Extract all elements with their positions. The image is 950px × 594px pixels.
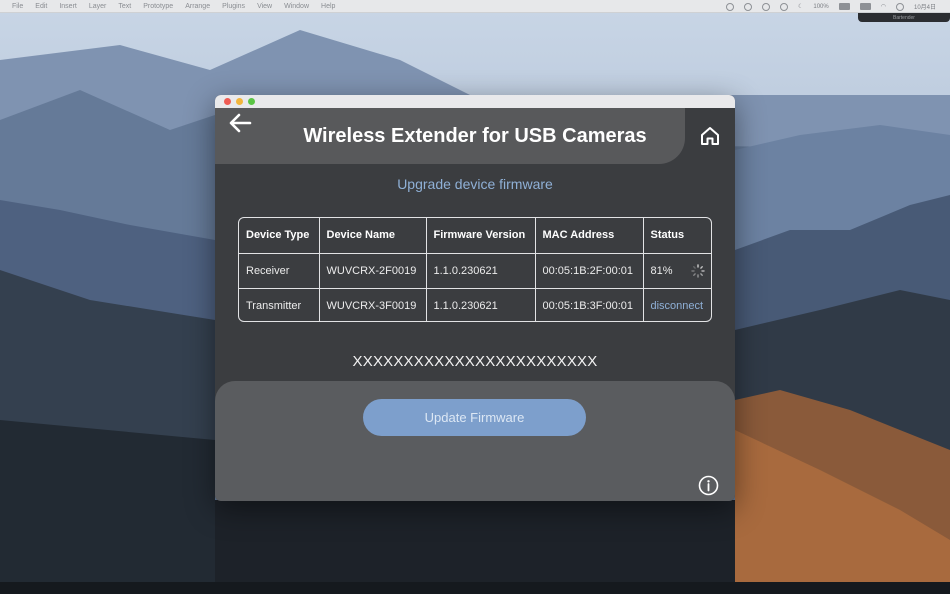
cell-status: disconnect xyxy=(643,288,711,321)
cell-mac: 00:05:1B:3F:00:01 xyxy=(535,288,644,321)
cell-device-name: WUVCRX-2F0019 xyxy=(319,253,427,289)
back-button[interactable] xyxy=(228,112,252,134)
cell-device-name: WUVCRX-3F0019 xyxy=(319,288,427,321)
home-icon xyxy=(701,127,719,145)
menu-arrange[interactable]: Arrange xyxy=(185,3,210,10)
status-icon-1[interactable] xyxy=(725,2,734,11)
menu-plugins[interactable]: Plugins xyxy=(222,3,245,10)
header-mac-address: MAC Address xyxy=(535,218,644,254)
system-menubar: File Edit Insert Layer Text Prototype Ar… xyxy=(0,0,950,13)
menu-prototype[interactable]: Prototype xyxy=(143,3,173,10)
header-firmware-version: Firmware Version xyxy=(426,218,536,254)
table-row: Receiver WUVCRX-2F0019 1.1.0.230621 00:0… xyxy=(239,253,711,289)
bartender-label: Bartender xyxy=(893,14,915,21)
table-header-row: Device Type Device Name Firmware Version… xyxy=(239,218,711,254)
bartender-popup: Bartender xyxy=(858,13,950,22)
cell-status: 81% xyxy=(643,253,711,289)
minimize-window-button[interactable] xyxy=(236,98,243,105)
zoom-window-button[interactable] xyxy=(248,98,255,105)
menu-layer[interactable]: Layer xyxy=(89,3,107,10)
disconnect-link[interactable]: disconnect xyxy=(651,300,704,312)
menu-help[interactable]: Help xyxy=(321,3,335,10)
cell-device-type: Receiver xyxy=(239,253,320,289)
cell-device-type: Transmitter xyxy=(239,288,320,321)
cell-mac: 00:05:1B:2F:00:01 xyxy=(535,253,644,289)
menubar-clock[interactable]: 10月4日 xyxy=(914,2,936,11)
menu-window[interactable]: Window xyxy=(284,3,309,10)
close-window-button[interactable] xyxy=(224,98,231,105)
device-id-placeholder: XXXXXXXXXXXXXXXXXXXXXXXX xyxy=(352,353,598,370)
input-source-icon[interactable] xyxy=(859,3,871,10)
arrow-left-icon xyxy=(229,113,252,133)
status-icon-4[interactable] xyxy=(779,2,788,11)
info-button[interactable] xyxy=(698,475,719,496)
spinner-icon xyxy=(691,263,705,278)
update-firmware-button[interactable]: Update Firmware xyxy=(363,399,586,436)
moon-icon[interactable]: ☾ xyxy=(798,3,803,10)
menu-view[interactable]: View xyxy=(257,3,272,10)
control-center-icon[interactable] xyxy=(895,2,904,11)
header-device-type: Device Type xyxy=(239,218,320,254)
app-title: Wireless Extender for USB Cameras xyxy=(303,125,647,147)
battery-percent: 100% xyxy=(813,3,829,10)
home-button[interactable] xyxy=(699,125,721,147)
action-footer: Update Firmware xyxy=(215,381,735,501)
info-icon xyxy=(698,475,719,496)
header-status: Status xyxy=(643,218,711,254)
status-icon-2[interactable] xyxy=(743,2,752,11)
header-device-name: Device Name xyxy=(319,218,427,254)
status-icon-3[interactable] xyxy=(761,2,770,11)
window-titlebar[interactable] xyxy=(215,95,735,108)
cell-firmware: 1.1.0.230621 xyxy=(426,253,536,289)
app-window: Wireless Extender for USB Cameras Upgrad… xyxy=(215,95,735,501)
menu-insert[interactable]: Insert xyxy=(59,3,77,10)
battery-icon[interactable] xyxy=(838,3,850,10)
progress-percent: 81% xyxy=(650,264,673,277)
menu-file[interactable]: File xyxy=(12,3,23,10)
wifi-icon[interactable]: ◠ xyxy=(881,3,886,10)
menu-edit[interactable]: Edit xyxy=(35,3,47,10)
device-table: Device Type Device Name Firmware Version… xyxy=(238,217,712,322)
page-subtitle: Upgrade device firmware xyxy=(397,176,553,192)
table-row: Transmitter WUVCRX-3F0019 1.1.0.230621 0… xyxy=(239,288,711,321)
menu-text[interactable]: Text xyxy=(118,3,131,10)
cell-firmware: 1.1.0.230621 xyxy=(426,288,536,321)
